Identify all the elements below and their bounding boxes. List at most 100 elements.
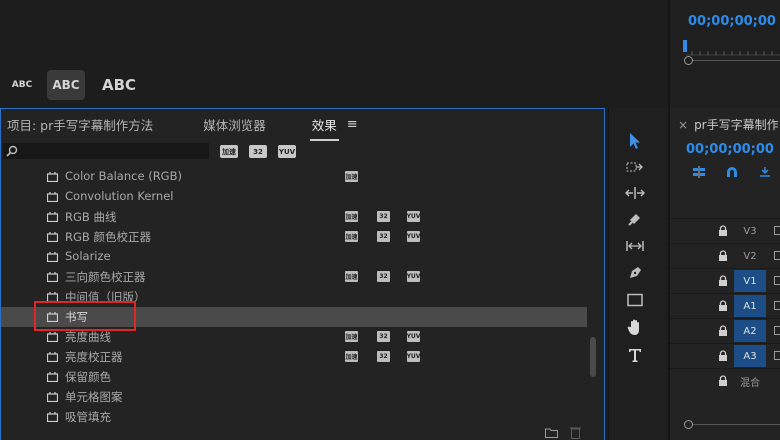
panel-menu-icon[interactable]: ≡ bbox=[347, 117, 358, 132]
hand-tool[interactable] bbox=[623, 316, 647, 338]
effect-item[interactable]: Convolution Kernel bbox=[1, 187, 587, 207]
selection-tool[interactable] bbox=[623, 130, 647, 152]
slip-icon bbox=[626, 241, 644, 251]
track-target[interactable]: V2 bbox=[734, 245, 766, 267]
track-header[interactable]: A1 bbox=[670, 293, 780, 317]
filter-32bit-icon[interactable]: 32 bbox=[249, 145, 267, 158]
effect-item[interactable]: 三向颜色校正器 加速 32 YUV bbox=[1, 267, 587, 287]
track-header[interactable]: V2 bbox=[670, 243, 780, 267]
caption-style-bar: ABC ABC ABC bbox=[0, 0, 665, 108]
effect-item[interactable]: 亮度校正器 加速 32 YUV bbox=[1, 347, 587, 367]
track-options-icon[interactable] bbox=[774, 351, 780, 360]
effect-icon bbox=[47, 352, 58, 362]
timeline-zoom-scrollbar[interactable] bbox=[684, 420, 780, 429]
effect-label: Solarize bbox=[65, 249, 111, 263]
yuv-badge-icon: YUV bbox=[406, 351, 421, 362]
time-ruler[interactable] bbox=[686, 44, 780, 56]
lock-icon[interactable] bbox=[718, 325, 728, 336]
effect-label: Color Balance (RGB) bbox=[65, 169, 182, 183]
track-target[interactable]: A2 bbox=[734, 320, 766, 342]
track-header[interactable]: 混合 bbox=[670, 368, 780, 392]
effect-label: 亮度曲线 bbox=[65, 330, 111, 344]
playhead[interactable] bbox=[683, 40, 687, 52]
effect-icon bbox=[47, 272, 58, 282]
track-target[interactable]: 混合 bbox=[734, 370, 766, 392]
track-header[interactable]: V3 bbox=[670, 218, 780, 242]
timeline-timecode[interactable]: 00;00;00;00 bbox=[686, 142, 774, 157]
track-options-icon[interactable] bbox=[774, 226, 780, 235]
zoom-handle[interactable] bbox=[684, 56, 693, 65]
caption-style-large[interactable]: ABC bbox=[96, 70, 142, 100]
caption-style-medium[interactable]: ABC bbox=[47, 70, 85, 100]
slip-tool[interactable] bbox=[623, 235, 647, 257]
effect-icon bbox=[47, 192, 58, 202]
scrollbar-thumb[interactable] bbox=[590, 337, 596, 377]
track-target[interactable]: A3 bbox=[734, 345, 766, 367]
lock-icon[interactable] bbox=[718, 275, 728, 286]
track-options-icon[interactable] bbox=[774, 326, 780, 335]
track-options-icon[interactable] bbox=[774, 251, 780, 260]
ripple-edit-icon bbox=[625, 187, 645, 199]
rectangle-icon bbox=[627, 293, 643, 307]
type-tool[interactable] bbox=[623, 344, 647, 366]
track-options-icon[interactable] bbox=[774, 301, 780, 310]
filter-accelerated-icon[interactable]: 加速 bbox=[220, 145, 238, 158]
lock-icon[interactable] bbox=[718, 300, 728, 311]
track-header[interactable]: A2 bbox=[670, 318, 780, 342]
effect-label: 三向颜色校正器 bbox=[65, 270, 146, 284]
track-header[interactable]: V1 bbox=[670, 268, 780, 292]
caption-style-small[interactable]: ABC bbox=[6, 70, 38, 100]
lock-icon[interactable] bbox=[718, 350, 728, 361]
effect-item[interactable]: 吸管填充 bbox=[1, 407, 587, 427]
razor-tool[interactable] bbox=[623, 208, 647, 230]
effect-icon bbox=[47, 212, 58, 222]
effect-item[interactable]: Solarize bbox=[1, 247, 587, 267]
effect-item[interactable]: Color Balance (RGB) 加速 bbox=[1, 167, 587, 187]
sequence-tab[interactable]: × pr手写字幕制作 bbox=[678, 116, 779, 133]
snap-magnet-icon[interactable] bbox=[725, 166, 739, 178]
track-target[interactable]: V1 bbox=[734, 270, 766, 292]
hand-icon bbox=[627, 319, 639, 335]
32bit-badge-icon: 32 bbox=[377, 231, 390, 242]
highlight-annotation bbox=[34, 301, 136, 331]
tab-project[interactable]: 项目: pr手写字幕制作方法 bbox=[1, 115, 161, 134]
32bit-badge-icon: 32 bbox=[377, 211, 390, 222]
effect-item[interactable]: 单元格图案 bbox=[1, 387, 587, 407]
track-select-icon bbox=[626, 162, 643, 172]
effect-item[interactable]: 保留颜色 bbox=[1, 367, 587, 387]
close-icon[interactable]: × bbox=[678, 118, 688, 132]
insert-overwrite-icon[interactable] bbox=[692, 166, 706, 178]
effect-label: 亮度校正器 bbox=[65, 350, 123, 364]
track-select-tool[interactable] bbox=[623, 156, 647, 178]
tab-effects[interactable]: 效果 bbox=[304, 115, 345, 141]
ripple-edit-tool[interactable] bbox=[623, 182, 647, 204]
source-timecode[interactable]: 00;00;00;00 bbox=[688, 14, 776, 29]
search-input[interactable] bbox=[3, 143, 209, 159]
filter-yuv-icon[interactable]: YUV bbox=[278, 145, 296, 158]
lock-icon[interactable] bbox=[718, 225, 728, 236]
effect-item[interactable]: RGB 颜色校正器 加速 32 YUV bbox=[1, 227, 587, 247]
track-options-icon[interactable] bbox=[774, 276, 780, 285]
effect-icon bbox=[47, 232, 58, 242]
effect-icon bbox=[47, 372, 58, 382]
zoom-track bbox=[693, 424, 780, 425]
effect-icon bbox=[47, 412, 58, 422]
lock-icon[interactable] bbox=[718, 250, 728, 261]
effect-list-scrollbar[interactable] bbox=[588, 259, 598, 439]
accelerated-badge-icon: 加速 bbox=[345, 231, 358, 242]
lock-icon[interactable] bbox=[718, 375, 728, 386]
pen-tool[interactable] bbox=[623, 262, 647, 284]
rectangle-tool[interactable] bbox=[623, 289, 647, 311]
track-header[interactable]: A3 bbox=[670, 343, 780, 367]
new-bin-icon[interactable] bbox=[545, 427, 558, 438]
track-target[interactable]: V3 bbox=[734, 220, 766, 242]
effect-label: 吸管填充 bbox=[65, 410, 111, 424]
linked-selection-icon[interactable] bbox=[758, 166, 772, 178]
trash-icon[interactable] bbox=[570, 426, 581, 439]
zoom-handle[interactable] bbox=[684, 420, 693, 429]
track-target[interactable]: A1 bbox=[734, 295, 766, 317]
yuv-badge-icon: YUV bbox=[406, 231, 421, 242]
zoom-scrollbar[interactable] bbox=[684, 56, 780, 65]
effect-item[interactable]: RGB 曲线 加速 32 YUV bbox=[1, 207, 587, 227]
tab-media-browser[interactable]: 媒体浏览器 bbox=[195, 115, 274, 134]
